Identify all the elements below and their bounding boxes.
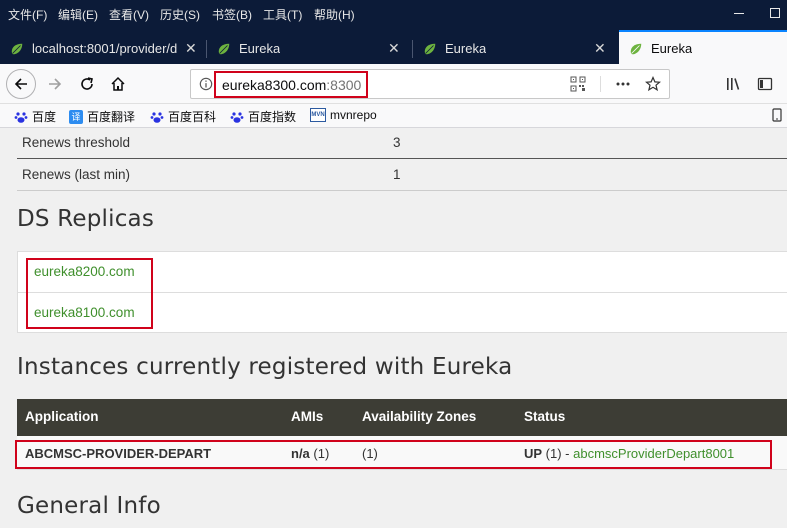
status-key: Renews (last min) [22,167,131,182]
status-row-renews-last-min: Renews (last min) 1 [17,160,787,191]
tab-localhost[interactable]: localhost:8001/provider/d ✕ [0,34,205,64]
bookmark-baidu[interactable]: 百度 [14,108,56,125]
navigation-bar: eureka8300.com:8300 [0,64,787,104]
bookmarks-toolbar: 百度 译 百度翻译 百度百科 百度指数 MVN mvnrepo [0,104,787,128]
bookmark-baidu-index[interactable]: 百度指数 [230,108,296,125]
mobile-bookmarks[interactable] [772,108,782,122]
menu-help[interactable]: 帮助(H) [314,6,355,23]
column-status: Status [524,409,566,424]
close-tab-icon[interactable]: ✕ [594,40,606,57]
more-actions-icon[interactable] [615,76,631,92]
status-row-renews-threshold: Renews threshold 3 [17,128,787,159]
url-divider [600,76,601,92]
translate-icon: 译 [69,109,83,124]
minimize-icon [734,12,744,14]
menu-edit[interactable]: 编辑(E) [58,6,98,23]
forward-arrow-icon [49,78,62,90]
tab-eureka-active[interactable]: Eureka [619,30,787,64]
qr-code-icon[interactable] [570,76,586,92]
library-button[interactable] [718,69,748,99]
minimize-button[interactable] [716,0,762,26]
maximize-button[interactable] [762,0,787,26]
bookmark-star-icon[interactable] [645,76,661,92]
tab-strip: localhost:8001/provider/d ✕ Eureka ✕ Eur… [0,26,787,64]
ds-replicas-heading: DS Replicas [17,206,155,232]
general-info-heading: General Info [17,493,161,519]
status-value: 3 [393,135,401,150]
maximize-icon [769,8,780,18]
bookmark-mvnrepo[interactable]: MVN mvnrepo [310,108,377,122]
tab-eureka-2[interactable]: Eureka ✕ [413,34,618,64]
replicas-highlight-box [26,258,153,329]
instances-heading: Instances currently registered with Eure… [17,354,513,380]
instances-table-header: Application AMIs Availability Zones Stat… [17,399,787,436]
url-host: eureka8300.com [222,77,327,93]
menu-view[interactable]: 查看(V) [109,6,149,23]
reload-icon [81,77,93,90]
spring-leaf-icon [11,43,23,55]
bookmark-label: mvnrepo [330,108,377,122]
instance-highlight-box [15,440,772,469]
spring-leaf-icon [424,43,436,55]
url-port: :8300 [326,77,362,93]
menu-bar: 文件(F) 编辑(E) 查看(V) 历史(S) 书签(B) 工具(T) 帮助(H… [0,0,787,26]
tab-title: Eureka [445,41,487,56]
bookmark-label: 百度指数 [248,110,297,124]
url-text-highlight[interactable]: eureka8300.com:8300 [214,71,369,98]
back-arrow-icon [14,78,27,90]
mvn-icon: MVN [310,108,326,122]
sidebar-icon [757,77,773,91]
column-application: Application [25,409,99,424]
close-tab-icon[interactable]: ✕ [185,40,197,57]
bookmark-baidu-translate[interactable]: 译 百度翻译 [69,108,135,125]
spring-leaf-icon [218,43,230,55]
tab-title: Eureka [239,41,281,56]
paw-icon [150,110,164,124]
menu-bookmarks[interactable]: 书签(B) [212,6,252,23]
menu-file[interactable]: 文件(F) [8,6,47,23]
info-icon[interactable] [199,76,213,92]
status-value: 1 [393,167,401,182]
page-content: Renews threshold 3 Renews (last min) 1 D… [0,128,787,528]
spring-leaf-icon [630,43,642,55]
url-bar[interactable]: eureka8300.com:8300 [190,69,670,99]
library-icon [727,78,740,90]
status-key: Renews threshold [22,135,131,150]
menu-history[interactable]: 历史(S) [160,6,200,23]
column-amis: AMIs [291,409,324,424]
bookmark-label: 百度翻译 [87,110,136,124]
bookmark-baidu-baike[interactable]: 百度百科 [150,108,216,125]
tab-eureka-1[interactable]: Eureka ✕ [207,34,412,64]
bookmark-label: 百度 [32,110,57,124]
paw-icon [14,110,28,124]
paw-icon [230,110,244,124]
tab-title: localhost:8001/provider/d [32,41,178,56]
reload-button[interactable] [72,69,102,99]
back-button[interactable] [6,69,36,99]
menu-tools[interactable]: 工具(T) [263,6,302,23]
close-tab-icon[interactable]: ✕ [388,40,400,57]
forward-button[interactable] [40,69,70,99]
column-availability-zones: Availability Zones [362,409,477,424]
tab-title: Eureka [651,41,693,56]
mobile-icon [772,108,782,122]
home-button[interactable] [103,69,133,99]
sidebar-button[interactable] [750,69,780,99]
bookmark-label: 百度百科 [168,110,217,124]
home-icon [111,76,125,91]
